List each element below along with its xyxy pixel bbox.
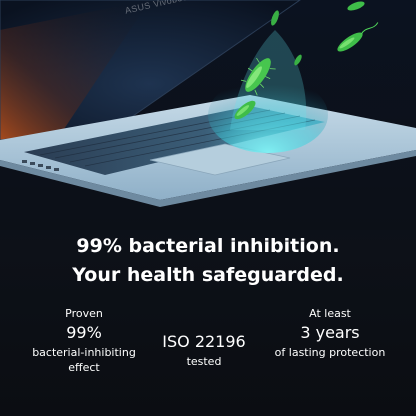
- headline: 99% bacterial inhibition. Your health sa…: [0, 232, 416, 290]
- stat-right-top: At least: [309, 307, 351, 320]
- stat-left-top: Proven: [65, 307, 103, 320]
- stat-right-value: 3 years: [300, 323, 360, 342]
- stat-lasting-protection: At least 3 years of lasting protection: [262, 306, 398, 360]
- stat-right-bottom: of lasting protection: [274, 346, 386, 359]
- headline-line-2: Your health safeguarded.: [72, 264, 344, 286]
- product-feature-banner: ASUS Vivobook 99% bacterial inhibition. …: [0, 0, 416, 416]
- stat-mid-value: ISO 22196: [162, 332, 246, 351]
- stat-left-value: 99%: [66, 323, 102, 342]
- stat-left-bottom-1: bacterial-inhibiting: [32, 346, 136, 359]
- stat-bacterial-inhibition: Proven 99% bacterial-inhibiting effect: [18, 306, 150, 375]
- headline-line-1: 99% bacterial inhibition.: [76, 235, 340, 257]
- stat-iso-tested: ISO 22196 tested: [148, 330, 260, 369]
- stat-left-bottom-2: effect: [68, 361, 100, 374]
- stat-mid-bottom: tested: [186, 355, 222, 368]
- laptop-hero-image: [0, 0, 416, 230]
